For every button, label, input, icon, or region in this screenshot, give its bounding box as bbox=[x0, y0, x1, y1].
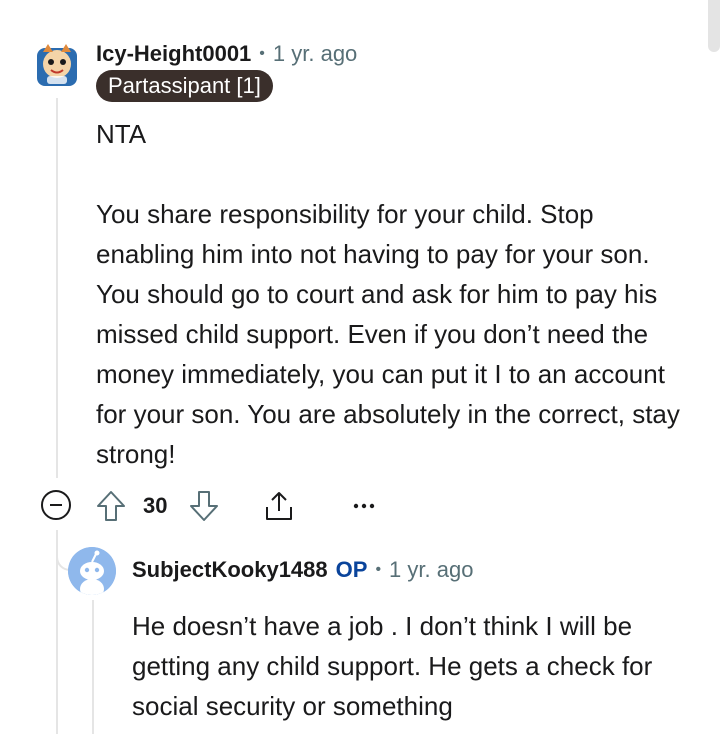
minus-circle-icon bbox=[41, 490, 71, 520]
comment-header: Icy-Height0001 • 1 yr. ago bbox=[96, 38, 357, 70]
reply-user-avatar[interactable] bbox=[68, 547, 116, 595]
op-badge: OP bbox=[335, 557, 368, 582]
more-dots-icon bbox=[353, 503, 375, 509]
collapse-button[interactable] bbox=[39, 488, 73, 522]
reply-username[interactable]: SubjectKooky1488 bbox=[132, 557, 328, 583]
vote-count: 30 bbox=[143, 493, 168, 518]
more-options-button[interactable] bbox=[350, 494, 378, 518]
downvote-button[interactable] bbox=[187, 488, 221, 524]
timestamp[interactable]: 1 yr. ago bbox=[273, 41, 357, 67]
user-avatar[interactable] bbox=[34, 40, 80, 90]
reply-separator-dot: • bbox=[375, 561, 382, 578]
separator-dot: • bbox=[259, 45, 265, 62]
comment-body: NTA You share responsibility for your ch… bbox=[96, 119, 680, 469]
arrow-up-icon bbox=[97, 491, 125, 521]
thread-line-main bbox=[56, 98, 58, 478]
scrollbar-thumb[interactable] bbox=[708, 0, 720, 52]
reply-header: SubjectKooky1488 OP • 1 yr. ago bbox=[132, 554, 473, 586]
share-button[interactable] bbox=[261, 488, 297, 524]
reply-body: He doesn’t have a job . I don’t think I … bbox=[132, 611, 660, 721]
user-flair: Partassipant [1] bbox=[96, 70, 273, 102]
default-snoo-icon bbox=[68, 547, 116, 595]
share-icon bbox=[266, 492, 292, 520]
snoo-avatar-icon bbox=[37, 44, 77, 86]
arrow-down-icon bbox=[190, 491, 218, 521]
thread-line-reply bbox=[92, 600, 94, 734]
upvote-button[interactable] bbox=[94, 488, 128, 524]
reply-timestamp[interactable]: 1 yr. ago bbox=[389, 557, 473, 583]
username[interactable]: Icy-Height0001 bbox=[96, 41, 251, 67]
